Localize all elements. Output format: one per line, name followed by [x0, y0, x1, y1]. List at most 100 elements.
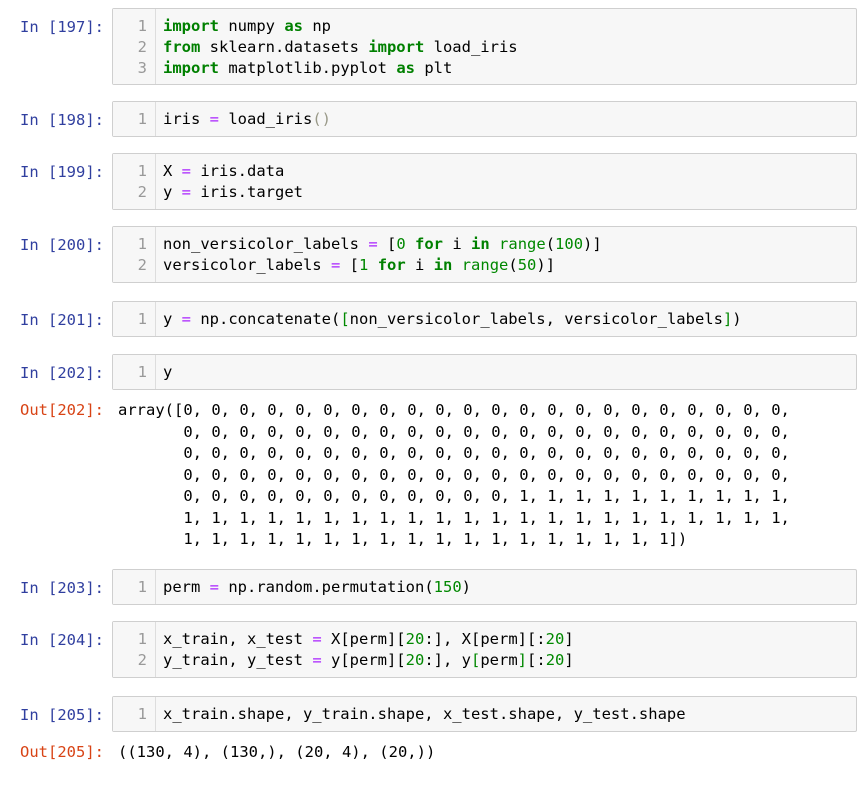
line-number: 1 — [137, 310, 147, 328]
code-token: iris.target — [191, 183, 303, 201]
code-line: iris = load_iris() — [163, 109, 331, 130]
code-line: y — [163, 362, 172, 383]
code-token: = — [209, 578, 220, 596]
code-token: ( — [508, 256, 518, 274]
code-token: = — [181, 183, 192, 201]
line-number: 2 — [137, 651, 147, 669]
code-line: import numpy as np — [163, 16, 331, 37]
line-number: 2 — [137, 38, 147, 56]
code-token: matplotlib.pyplot — [219, 59, 397, 77]
code-input-area[interactable]: 1 import numpy as np 2 from sklearn.dataset… — [112, 8, 857, 85]
input-prompt: In [204]: — [20, 631, 104, 649]
code-token: ] — [722, 310, 733, 328]
code-token: = — [209, 110, 220, 128]
code-line: y = iris.target — [163, 182, 303, 203]
code-line: y_train, y_test = y[perm][20:], y[perm][… — [163, 650, 574, 671]
code-token: plt — [414, 59, 453, 77]
code-token: X[perm][ — [321, 630, 406, 648]
code-token: ] — [564, 651, 574, 669]
code-token: = — [368, 235, 378, 253]
line-number: 1 — [137, 630, 147, 648]
code-token: for — [415, 235, 444, 253]
code-token: y — [163, 363, 173, 381]
code-token: 20 — [545, 651, 565, 669]
code-token: x_train, x_test — [163, 630, 313, 648]
code-line: x_train, x_test = X[perm][ 20:], X[perm][… — [163, 629, 574, 650]
code-token: versicolor_labels — [163, 256, 331, 274]
code-token: )] — [583, 235, 602, 253]
code-token: iris — [163, 110, 210, 128]
input-prompt: In [199]: — [20, 163, 104, 181]
code-token: = — [181, 162, 192, 180]
code-line: import matplotlib.pyplot as plt — [163, 58, 452, 79]
output-line: 0, 0, 0, 0, 0, 0, 0, 0, 0, 0, 0, 0, 1, 1… — [118, 487, 790, 505]
code-token: ] — [517, 651, 528, 669]
code-token: i — [443, 235, 472, 253]
code-input-area[interactable]: 1X = iris.data 2 y = iris.target — [112, 153, 857, 210]
code-token: = — [312, 651, 322, 669]
line-number: 1 — [137, 363, 147, 381]
input-prompt: In [198]: — [20, 111, 104, 129]
code-token: y[perm][ — [321, 651, 406, 669]
code-token: :], X[perm][: — [424, 630, 546, 648]
code-input-area[interactable]: 1 perm = np.random.permutation(150) — [112, 569, 857, 605]
code-token: y — [163, 183, 182, 201]
code-token: range — [499, 235, 546, 253]
code-token: ] — [564, 630, 574, 648]
output-prompt: Out[202]: — [20, 401, 104, 419]
output-line: 0, 0, 0, 0, 0, 0, 0, 0, 0, 0, 0, 0, 0, 0… — [118, 422, 790, 441]
code-input-area[interactable]: 1 x_train.shape, y_train.shape, x_test.sh… — [112, 696, 857, 732]
input-prompt: In [197]: — [20, 18, 104, 36]
code-line: non_versicolor_labels = [0 for i in rang… — [163, 234, 602, 255]
code-token: in — [471, 235, 490, 253]
line-number: 2 — [137, 256, 147, 274]
code-token: 150 — [433, 578, 462, 596]
input-prompt: In [202]: — [20, 364, 104, 382]
input-prompt: In [205]: — [20, 706, 104, 724]
code-token: for — [377, 256, 406, 274]
output-line: 0, 0, 0, 0, 0, 0, 0, 0, 0, 0, 0, 0, 0, 0… — [118, 465, 790, 484]
code-input-area[interactable]: 1y = np.concatenate([non_versicolor_labe… — [112, 301, 857, 337]
code-token: () — [312, 110, 332, 128]
input-prompt: In [201]: — [20, 311, 104, 329]
code-token: sklearn.datasets — [200, 38, 369, 56]
code-token: import — [163, 17, 219, 35]
output-line: ((130, 4), (130,), (20, 4), (20,)) — [118, 743, 436, 761]
code-token: )] — [536, 256, 556, 274]
code-token: i — [405, 256, 434, 274]
code-token: from — [163, 38, 201, 56]
output-line: 0, 0, 0, 0, 0, 0, 0, 0, 0, 0, 0, 0, 0, 0… — [118, 444, 790, 462]
code-input-area[interactable]: 1 x_train, x_test = X[perm][20:], X[perm]… — [112, 621, 857, 678]
code-token: non_versicolor_labels — [163, 235, 369, 253]
code-token: = — [181, 310, 192, 328]
code-token: 1 — [359, 256, 369, 274]
code-line: perm = np.random.permutation(150) — [163, 577, 471, 598]
code-line: x_train.shape, y_train.shape, x_test.sha… — [163, 704, 686, 725]
line-number: 1 — [137, 110, 147, 128]
code-token: = — [330, 256, 341, 274]
line-number: 3 — [137, 59, 147, 77]
code-token: ( — [545, 235, 556, 253]
input-prompt: In [200]: — [20, 236, 104, 254]
code-token: [ — [471, 651, 481, 669]
line-number: 1 — [137, 578, 147, 596]
code-token: np — [303, 17, 331, 35]
code-token: [ — [340, 310, 350, 328]
code-token: as — [396, 59, 415, 77]
code-input-area[interactable]: 1 non_versicolor_labels = [0 for i in ran… — [112, 226, 857, 283]
code-token: 20 — [405, 651, 425, 669]
input-prompt: In [203]: — [20, 579, 104, 597]
code-token: 20 — [545, 630, 565, 648]
output-line: 1, 1, 1, 1, 1, 1, 1, 1, 1, 1, 1, 1, 1, 1… — [118, 508, 790, 527]
code-token: = — [312, 630, 322, 648]
code-token: ) — [461, 578, 471, 596]
code-input-area[interactable]: 1y — [112, 354, 857, 390]
code-token: 0 — [396, 235, 406, 253]
code-token: np.concatenate( — [191, 310, 341, 328]
code-input-area[interactable]: 1 iris = load_iris() — [112, 101, 857, 137]
code-token: numpy — [219, 17, 285, 35]
code-token: range — [461, 256, 509, 274]
